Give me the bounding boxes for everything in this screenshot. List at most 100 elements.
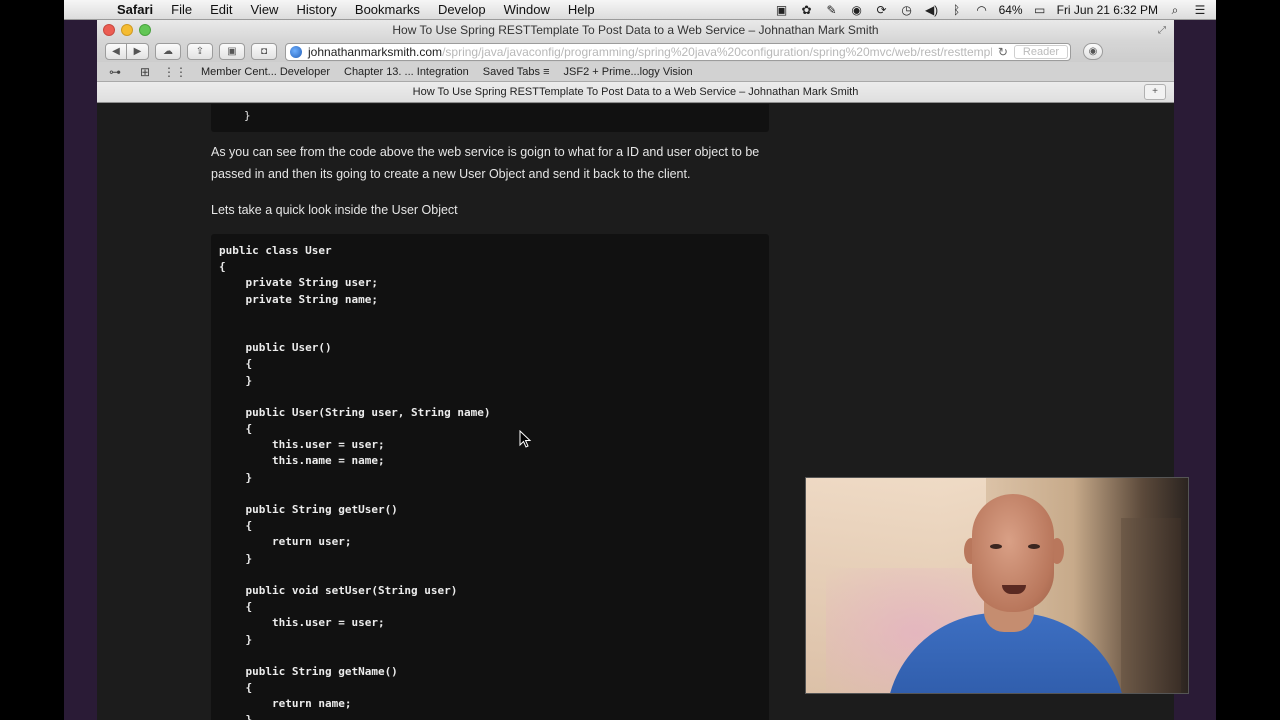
window-title: How To Use Spring RESTTemplate To Post D…: [392, 23, 879, 37]
bookmark-jsf2-prime[interactable]: JSF2 + Prime...logy Vision: [564, 66, 693, 78]
bookmark-member-center[interactable]: Member Cent... Developer: [201, 66, 330, 78]
code-line: }: [219, 551, 253, 565]
minimize-window-button[interactable]: [121, 24, 133, 36]
code-line: public class User: [219, 244, 332, 257]
url-path: /spring/java/javaconfig/programming/spri…: [442, 44, 992, 59]
top-sites-icon[interactable]: ⋮⋮: [163, 65, 187, 79]
fullscreen-icon[interactable]: ⤢: [1158, 20, 1166, 41]
evernote-icon[interactable]: ✿: [799, 3, 815, 17]
battery-icon[interactable]: ▭: [1032, 3, 1048, 17]
active-tab-title[interactable]: How To Use Spring RESTTemplate To Post D…: [413, 86, 859, 98]
url-domain: johnathanmarksmith.com: [308, 44, 443, 59]
code-line: {: [219, 600, 253, 614]
code-line: return user;: [219, 535, 352, 549]
navigation-buttons: ◀ ▶: [105, 43, 149, 60]
code-line: {: [219, 357, 253, 371]
sync-icon[interactable]: ⟳: [874, 3, 890, 17]
presenter-eye-right: [1028, 544, 1040, 549]
volume-icon[interactable]: ◀): [924, 3, 940, 17]
tab-bar: How To Use Spring RESTTemplate To Post D…: [97, 82, 1174, 103]
letterbox-left: [0, 0, 64, 720]
back-arrow-icon: ◀: [112, 46, 120, 57]
screenshot-button[interactable]: ▣: [219, 43, 245, 60]
code-line: {: [219, 260, 226, 274]
icloud-tabs-button[interactable]: ☁: [155, 43, 181, 60]
share-icon: ⇪: [195, 46, 205, 57]
article-paragraph-intro: Lets take a quick look inside the User O…: [211, 203, 458, 217]
battery-percentage[interactable]: 64%: [999, 3, 1023, 17]
menu-file[interactable]: File: [162, 2, 201, 17]
code-line: private String name;: [219, 292, 378, 306]
zoom-window-button[interactable]: [139, 24, 151, 36]
evernote-clipper-icon[interactable]: ✎: [824, 3, 840, 17]
code-line: }: [219, 632, 253, 646]
menu-history[interactable]: History: [287, 2, 345, 17]
menu-app-safari[interactable]: Safari: [108, 2, 162, 17]
downloads-button[interactable]: ◉: [1083, 43, 1103, 60]
code-line: public User(): [219, 341, 332, 355]
background-door: [1121, 518, 1181, 693]
record-icon[interactable]: ◉: [849, 3, 865, 17]
forward-button[interactable]: ▶: [127, 43, 149, 60]
bookmark-saved-tabs[interactable]: Saved Tabs ≡: [483, 66, 550, 78]
code-line: public String getName(): [219, 664, 398, 678]
globe-icon: [290, 45, 302, 58]
reader-button[interactable]: Reader: [1013, 44, 1068, 59]
article-paragraph: As you can see from the code above the w…: [211, 145, 760, 181]
menu-help[interactable]: Help: [559, 2, 604, 17]
bookmark-chapter-13[interactable]: Chapter 13. ... Integration: [344, 66, 469, 78]
capture-icon: ▣: [227, 46, 237, 57]
clock[interactable]: Fri Jun 21 6:32 PM: [1057, 3, 1158, 17]
new-tab-button[interactable]: +: [1144, 84, 1166, 100]
spotlight-search-icon[interactable]: ⌕: [1167, 3, 1183, 17]
reading-list-icon[interactable]: ⊶: [103, 65, 127, 79]
share-button[interactable]: ⇪: [187, 43, 213, 60]
code-line: public User(String user, String name): [219, 405, 491, 419]
code-line: this.user = user;: [219, 438, 385, 452]
cloud-icon: ☁: [163, 46, 173, 57]
presenter-eye-left: [990, 544, 1002, 549]
menu-window[interactable]: Window: [495, 2, 559, 17]
close-window-button[interactable]: [103, 24, 115, 36]
bluetooth-icon[interactable]: ᛒ: [949, 3, 965, 17]
status-area: ▣ ✿ ✎ ◉ ⟳ ◷ ◀) ᛒ ◠ 64% ▭ Fri Jun 21 6:32…: [774, 3, 1216, 17]
code-closing-brace: }: [244, 109, 251, 122]
code-line: }: [219, 470, 253, 484]
notification-center-icon[interactable]: ☰: [1192, 3, 1208, 17]
code-line: this.name = name;: [219, 454, 385, 468]
camera-icon[interactable]: ▣: [774, 3, 790, 17]
camera-button[interactable]: ◘: [251, 43, 277, 60]
mouse-cursor-icon: [519, 430, 532, 448]
time-machine-icon[interactable]: ◷: [899, 3, 915, 17]
menu-bookmarks[interactable]: Bookmarks: [346, 2, 429, 17]
title-bar: How To Use Spring RESTTemplate To Post D…: [97, 20, 1174, 41]
code-line: {: [219, 681, 253, 695]
code-lines: public class User{ private String user; …: [219, 243, 491, 720]
browser-toolbar: ◀ ▶ ☁ ⇪ ▣ ◘ johnathanmarksmith.com /spri…: [97, 41, 1174, 62]
menu-view[interactable]: View: [242, 2, 288, 17]
wifi-icon[interactable]: ◠: [974, 3, 990, 17]
menu-edit[interactable]: Edit: [201, 2, 241, 17]
address-bar[interactable]: johnathanmarksmith.com /spring/java/java…: [285, 42, 1071, 61]
code-line: private String user;: [219, 276, 378, 290]
code-line: }: [219, 713, 253, 720]
menu-develop[interactable]: Develop: [429, 2, 495, 17]
letterbox-right: [1216, 0, 1280, 720]
bookmarks-book-icon[interactable]: ⊞: [133, 65, 157, 79]
code-line: this.user = user;: [219, 616, 385, 630]
presenter-head: [972, 494, 1054, 612]
download-icon: ◉: [1088, 46, 1098, 57]
code-line: {: [219, 519, 253, 533]
webcam-video-overlay: [805, 477, 1189, 694]
menu-bar: Safari File Edit View History Bookmarks …: [64, 0, 1216, 20]
back-button[interactable]: ◀: [105, 43, 127, 60]
reload-icon[interactable]: ↻: [992, 45, 1014, 59]
previous-code-block: }: [211, 104, 769, 132]
code-line: {: [219, 422, 253, 436]
